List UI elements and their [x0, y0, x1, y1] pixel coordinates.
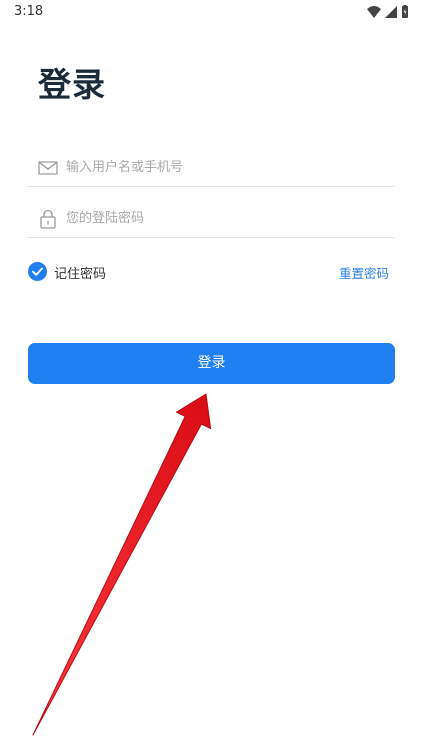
username-field[interactable] — [28, 148, 395, 187]
login-button[interactable]: 登录 — [28, 343, 395, 384]
password-field[interactable] — [28, 199, 395, 238]
reset-password-link[interactable]: 重置密码 — [339, 263, 389, 282]
remember-label: 记住密码 — [54, 267, 107, 282]
username-input[interactable] — [66, 156, 386, 178]
remember-checkbox[interactable] — [28, 262, 47, 281]
battery-icon — [402, 5, 408, 18]
remember-row: 记住密码 重置密码 — [28, 260, 395, 284]
mail-icon — [38, 158, 58, 178]
wifi-icon — [367, 6, 381, 18]
checkmark-icon — [28, 262, 47, 281]
status-icons — [366, 5, 410, 19]
status-time: 3:18 — [14, 4, 44, 19]
page-title: 登录 — [38, 65, 106, 104]
lock-icon — [38, 209, 58, 229]
cellular-signal-icon — [385, 6, 397, 18]
status-bar: 3:18 — [0, 0, 423, 24]
password-input[interactable] — [66, 207, 386, 229]
